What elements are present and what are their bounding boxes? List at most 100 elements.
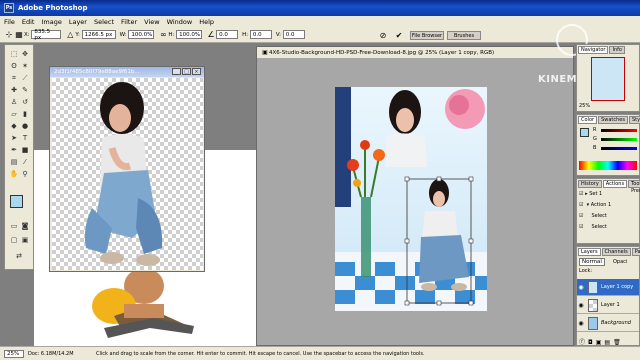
commit-transform-icon[interactable]: ✔ [394, 30, 404, 40]
main-canvas[interactable] [335, 87, 487, 311]
r-slider[interactable] [601, 129, 637, 132]
file-browser-tab[interactable]: File Browser [410, 31, 444, 40]
cutout-window-titlebar[interactable]: 2d3f1f485c80f79e88ae9f61b... _ □ × [50, 67, 204, 77]
status-zoom[interactable]: 25% [4, 349, 24, 358]
magic-wand-tool-icon[interactable]: ✶ [20, 61, 30, 71]
screen-mode-full-icon[interactable]: ▣ [20, 235, 30, 245]
type-tool-icon[interactable]: T [20, 133, 30, 143]
brush-tool-icon[interactable]: ✎ [20, 85, 30, 95]
angle-input[interactable]: 0.0 [216, 30, 239, 39]
path-selection-tool-icon[interactable]: ➤ [9, 133, 19, 143]
vskew-input[interactable]: 0.0 [282, 30, 305, 39]
expand-icon[interactable]: ▾ [587, 202, 590, 208]
channels-tab[interactable]: Channels [601, 247, 631, 256]
actions-tab[interactable]: Actions [602, 179, 628, 188]
status-doc-size[interactable]: Doc: 6.18M/14.2M [28, 351, 96, 357]
color-foreground-swatch[interactable] [580, 128, 589, 137]
brushes-tab[interactable]: Brushes [447, 31, 481, 40]
close-button[interactable]: × [192, 68, 201, 75]
swatches-tab[interactable]: Swatches [598, 115, 628, 124]
notes-tool-icon[interactable]: ▤ [9, 157, 19, 167]
quick-mask-mode-icon[interactable]: ◙ [20, 221, 30, 231]
eyedropper-tool-icon[interactable]: ⁄ [20, 157, 30, 167]
menu-help[interactable]: Help [199, 18, 214, 26]
transform-tool-icon[interactable]: ⊹ [4, 30, 14, 40]
g-slider[interactable] [601, 138, 637, 141]
menu-layer[interactable]: Layer [69, 18, 87, 26]
foreground-color-swatch[interactable] [10, 195, 23, 208]
shape-tool-icon[interactable]: ■ [20, 145, 30, 155]
b-slider[interactable] [601, 147, 637, 150]
healing-brush-tool-icon[interactable]: ✚ [9, 85, 19, 95]
navigator-tab[interactable]: Navigator [578, 45, 609, 54]
move-tool-icon[interactable]: ✥ [20, 49, 30, 59]
action-row[interactable]: ☑ ▸ Set 1 [579, 191, 602, 197]
action-row[interactable]: ☑ ▾ Action 1 [579, 202, 611, 208]
pen-tool-icon[interactable]: ✒ [9, 145, 19, 155]
action-row[interactable]: ☑ Select [579, 224, 607, 230]
link-icon[interactable]: ∞ [158, 30, 168, 40]
r-label: R [593, 127, 597, 133]
width-input[interactable]: 100.0% [128, 30, 155, 39]
reference-point-icon[interactable]: ▦ [14, 30, 24, 40]
main-window-titlebar[interactable]: ▣ 4X6-Studio-Background-HD-PSD-Free-Down… [257, 47, 573, 58]
tool-presets-tab[interactable]: Tool Presets [628, 179, 640, 194]
folder-icon: ▸ [585, 191, 588, 197]
screen-mode-standard-icon[interactable]: ▢ [9, 235, 19, 245]
visibility-eye-icon[interactable]: ◉ [577, 284, 585, 291]
menu-view[interactable]: View [144, 18, 159, 26]
action-row[interactable]: ☑ Select [579, 213, 607, 219]
relative-position-icon[interactable]: △ [65, 30, 75, 40]
color-tab[interactable]: Color [578, 115, 598, 124]
standard-mode-icon[interactable]: ▭ [9, 221, 19, 231]
layer-row-background[interactable]: ◉ Background [577, 315, 639, 332]
layers-panel: Layers Channels Paths Normal Opaci Lock:… [576, 246, 640, 346]
menu-file[interactable]: File [4, 18, 15, 26]
paths-tab[interactable]: Paths [631, 247, 640, 256]
hand-tool-icon[interactable]: ✋ [9, 169, 19, 179]
zoom-tool-icon[interactable]: ⚲ [20, 169, 30, 179]
menu-edit[interactable]: Edit [22, 18, 35, 26]
dodge-tool-icon[interactable]: ● [20, 121, 30, 131]
lasso-tool-icon[interactable]: ʘ [9, 61, 19, 71]
maximize-button[interactable]: □ [182, 68, 191, 75]
navigator-thumbnail[interactable] [591, 57, 625, 101]
checkbox-icon[interactable]: ☑ [579, 202, 583, 208]
eraser-tool-icon[interactable]: ▱ [9, 109, 19, 119]
menu-window[interactable]: Window [167, 18, 193, 26]
menu-image[interactable]: Image [41, 18, 61, 26]
navigator-zoom[interactable]: 25% [579, 103, 590, 109]
blend-mode-select[interactable]: Normal [579, 258, 605, 266]
history-brush-tool-icon[interactable]: ↺ [20, 97, 30, 107]
hskew-input[interactable]: 0.0 [249, 30, 272, 39]
styles-tab[interactable]: Styles [628, 115, 640, 124]
color-ramp[interactable] [579, 161, 637, 170]
marquee-tool-icon[interactable]: ⬚ [9, 49, 19, 59]
layer-row-layer-1-copy[interactable]: ◉ Layer 1 copy [577, 279, 639, 296]
y-input[interactable]: 1266.5 px [81, 30, 116, 39]
layer-buttons[interactable]: ⓕ◘▣▤🗑 [579, 337, 624, 346]
menu-filter[interactable]: Filter [121, 18, 137, 26]
visibility-eye-icon[interactable]: ◉ [577, 302, 585, 309]
checkbox-icon[interactable]: ☑ [579, 224, 583, 230]
info-tab[interactable]: Info [609, 45, 625, 54]
checkbox-icon[interactable]: ☑ [579, 191, 583, 197]
slice-tool-icon[interactable]: ⟋ [20, 73, 30, 83]
clone-stamp-tool-icon[interactable]: ♙ [9, 97, 19, 107]
minimize-button[interactable]: _ [172, 68, 181, 75]
jump-to-imageready-icon[interactable]: ⇄ [14, 251, 24, 261]
gradient-tool-icon[interactable]: ▮ [20, 109, 30, 119]
blur-tool-icon[interactable]: ◆ [9, 121, 19, 131]
height-input[interactable]: 100.0% [176, 30, 203, 39]
history-tab[interactable]: History [578, 179, 602, 188]
visibility-eye-icon[interactable]: ◉ [577, 320, 585, 327]
menu-select[interactable]: Select [94, 18, 114, 26]
x-input[interactable]: 835.5 px [31, 29, 62, 41]
cutout-canvas[interactable] [52, 78, 203, 270]
layer-thumbnail [588, 280, 598, 294]
cancel-transform-icon[interactable]: ⊘ [378, 30, 388, 40]
checkbox-icon[interactable]: ☑ [579, 213, 583, 219]
crop-tool-icon[interactable]: ⌗ [9, 73, 19, 83]
layers-tab[interactable]: Layers [578, 247, 601, 256]
layer-row-layer-1[interactable]: ◉ Layer 1 [577, 297, 639, 314]
